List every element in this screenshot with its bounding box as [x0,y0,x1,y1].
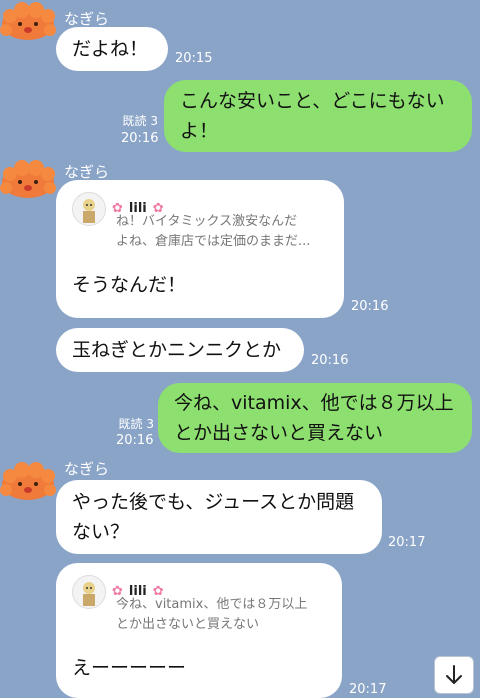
message-text-line: とか出さないと買えない [174,422,384,444]
message-text-line: こんな安いこと、どこにもない [180,90,445,112]
message-bubble-outgoing[interactable]: 今ね、vitamix、他では８万以上 とか出さないと買えない [158,383,472,453]
message-text-line: 今ね、vitamix、他では８万以上 [174,392,454,414]
read-receipt: 既読 3 [118,417,154,431]
sender-avatar-icon[interactable] [0,160,56,200]
message-time: 20:16 [116,433,154,448]
sender-avatar-icon[interactable] [0,2,56,42]
quoted-avatar-icon [72,575,106,609]
message-time: 20:15 [175,51,213,66]
message-time: 20:17 [349,682,387,697]
message-time: 20:17 [388,535,426,550]
message-time: 20:16 [311,353,349,368]
quoted-text-line: ね！バイタミックス激安なんだ [116,214,298,229]
message-bubble[interactable]: やった後でも、ジュースとか問題 ない？ [56,480,382,554]
message-text: だよね！ [72,38,149,60]
chat-view: なぎら だよね！ 20:15 既読 3 20:16 こんな安いこと、どこにもない… [0,0,480,698]
quoted-text-line: 今ね、vitamix、他では８万以上 [116,597,308,612]
message-text-line: やった後でも、ジュースとか問題 [72,491,355,513]
message-text: えーーーーー [72,657,187,679]
message-text: そうなんだ！ [72,274,187,296]
arrow-down-icon [446,665,462,684]
message-text-line: よ！ [180,120,219,142]
message-bubble[interactable]: だよね！ [56,27,168,71]
quoted-avatar-icon [72,192,106,226]
message-time: 20:16 [351,299,389,314]
message-text-line: ない？ [72,521,130,543]
message-bubble-reply[interactable]: ✿ lili ✿ ね！バイタミックス激安なんだ よね、倉庫店では定価のままだ..… [56,180,344,318]
quoted-text-line: よね、倉庫店では定価のままだ... [116,234,311,249]
sender-name: なぎら [64,460,110,478]
message-text: 玉ねぎとかニンニクとか [72,339,282,361]
sender-name: なぎら [64,163,110,181]
message-bubble-reply[interactable]: ✿ lili ✿ 今ね、vitamix、他では８万以上 とか出さないと買えない … [56,563,342,698]
read-receipt: 既読 3 [122,114,158,128]
message-bubble-outgoing[interactable]: こんな安いこと、どこにもない よ！ [164,80,472,152]
sender-name: なぎら [64,10,110,28]
quoted-text-line: とか出さないと買えない [116,617,260,632]
message-bubble[interactable]: 玉ねぎとかニンニクとか [56,328,304,372]
sender-avatar-icon[interactable] [0,462,56,502]
scroll-to-bottom-button[interactable] [434,656,474,694]
message-time: 20:16 [121,131,159,146]
